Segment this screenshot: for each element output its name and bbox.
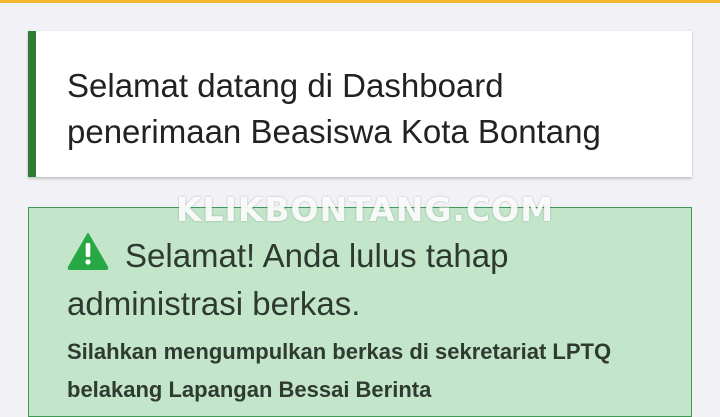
success-alert: Selamat! Anda lulus tahap administrasi b… [28, 207, 692, 417]
welcome-card: Selamat datang di Dashboard penerimaan B… [28, 31, 692, 177]
welcome-title: Selamat datang di Dashboard penerimaan B… [67, 67, 601, 150]
alert-heading: Selamat! Anda lulus tahap administrasi b… [67, 237, 509, 322]
alert-body: Silahkan mengumpulkan berkas di sekretar… [67, 339, 612, 402]
top-accent-bar [0, 0, 720, 3]
